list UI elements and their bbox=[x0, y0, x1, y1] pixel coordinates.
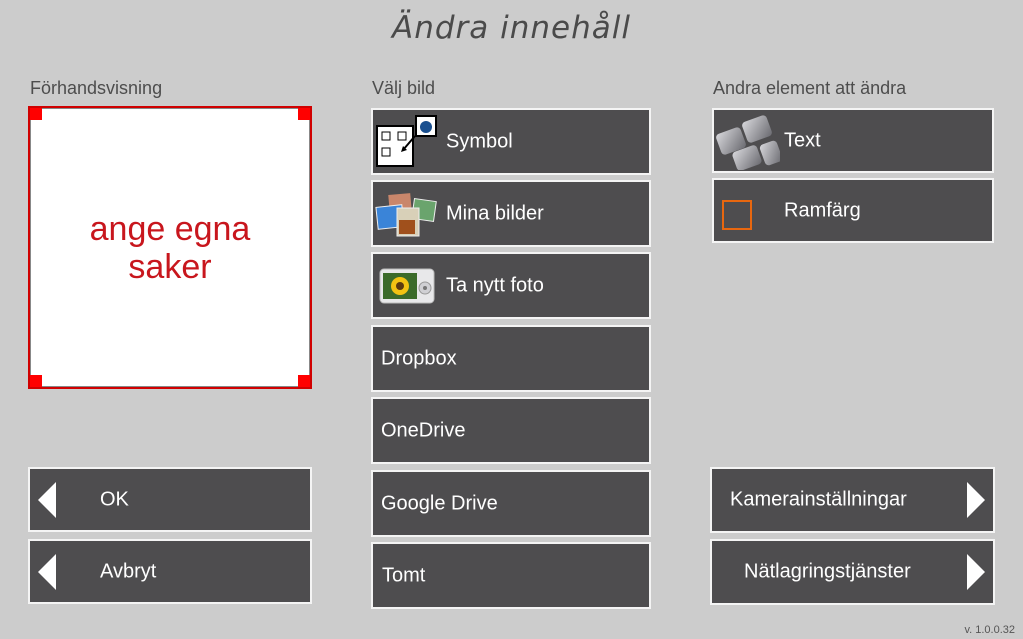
onedrive-button[interactable]: OneDrive bbox=[371, 397, 651, 464]
google-drive-button[interactable]: Google Drive bbox=[371, 470, 651, 537]
cancel-button[interactable]: Avbryt bbox=[28, 539, 312, 604]
ok-label: OK bbox=[100, 488, 129, 510]
my-images-label: Mina bilder bbox=[446, 202, 544, 224]
cloud-services-button[interactable]: Nätlagringstjänster bbox=[710, 539, 995, 605]
version-label: v. 1.0.0.32 bbox=[964, 624, 1015, 636]
preview-card: ange egna saker bbox=[28, 106, 312, 389]
photos-icon bbox=[375, 192, 441, 238]
onedrive-label: OneDrive bbox=[381, 419, 466, 441]
arrow-right-icon bbox=[967, 554, 985, 590]
keyboard-icon bbox=[716, 114, 783, 171]
symbol-button[interactable]: Symbol bbox=[371, 108, 651, 175]
dropbox-label: Dropbox bbox=[381, 347, 457, 369]
corner-handle-bottom-left[interactable] bbox=[30, 375, 42, 387]
camera-settings-button[interactable]: Kamerainställningar bbox=[710, 467, 995, 533]
take-photo-button[interactable]: Ta nytt foto bbox=[371, 252, 651, 319]
symbol-icon bbox=[375, 114, 439, 170]
camera-settings-label: Kamerainställningar bbox=[730, 488, 907, 511]
cloud-services-label: Nätlagringstjänster bbox=[744, 560, 911, 583]
text-button[interactable]: Text bbox=[712, 108, 994, 173]
corner-handle-top-left[interactable] bbox=[30, 108, 42, 120]
dropbox-button[interactable]: Dropbox bbox=[371, 325, 651, 392]
arrow-right-icon bbox=[967, 482, 985, 518]
take-photo-label: Ta nytt foto bbox=[446, 274, 544, 296]
empty-label: Tomt bbox=[382, 564, 426, 586]
arrow-left-icon bbox=[38, 553, 56, 590]
preview-text-line1: ange egna bbox=[89, 210, 251, 248]
corner-handle-top-right[interactable] bbox=[298, 108, 310, 120]
google-drive-label: Google Drive bbox=[381, 492, 498, 514]
preview-text-line2: saker bbox=[128, 248, 212, 286]
my-images-button[interactable]: Mina bilder bbox=[371, 180, 651, 247]
camera-icon bbox=[379, 268, 435, 304]
image-source-label: Välj bild bbox=[372, 78, 436, 98]
symbol-label: Symbol bbox=[446, 130, 513, 152]
frame-color-swatch-icon bbox=[722, 200, 752, 230]
cancel-label: Avbryt bbox=[100, 560, 157, 582]
page-title: Ändra innehåll bbox=[392, 10, 631, 46]
frame-color-label: Ramfärg bbox=[784, 199, 861, 221]
other-elements-label: Andra element att ändra bbox=[713, 78, 907, 98]
preview-text: ange egna saker bbox=[30, 210, 310, 286]
frame-color-button[interactable]: Ramfärg bbox=[712, 178, 994, 243]
arrow-left-icon bbox=[38, 481, 56, 518]
preview-label: Förhandsvisning bbox=[30, 78, 163, 98]
empty-button[interactable]: Tomt bbox=[371, 542, 651, 609]
corner-handle-bottom-right[interactable] bbox=[298, 375, 310, 387]
text-label: Text bbox=[784, 129, 821, 151]
ok-button[interactable]: OK bbox=[28, 467, 312, 532]
